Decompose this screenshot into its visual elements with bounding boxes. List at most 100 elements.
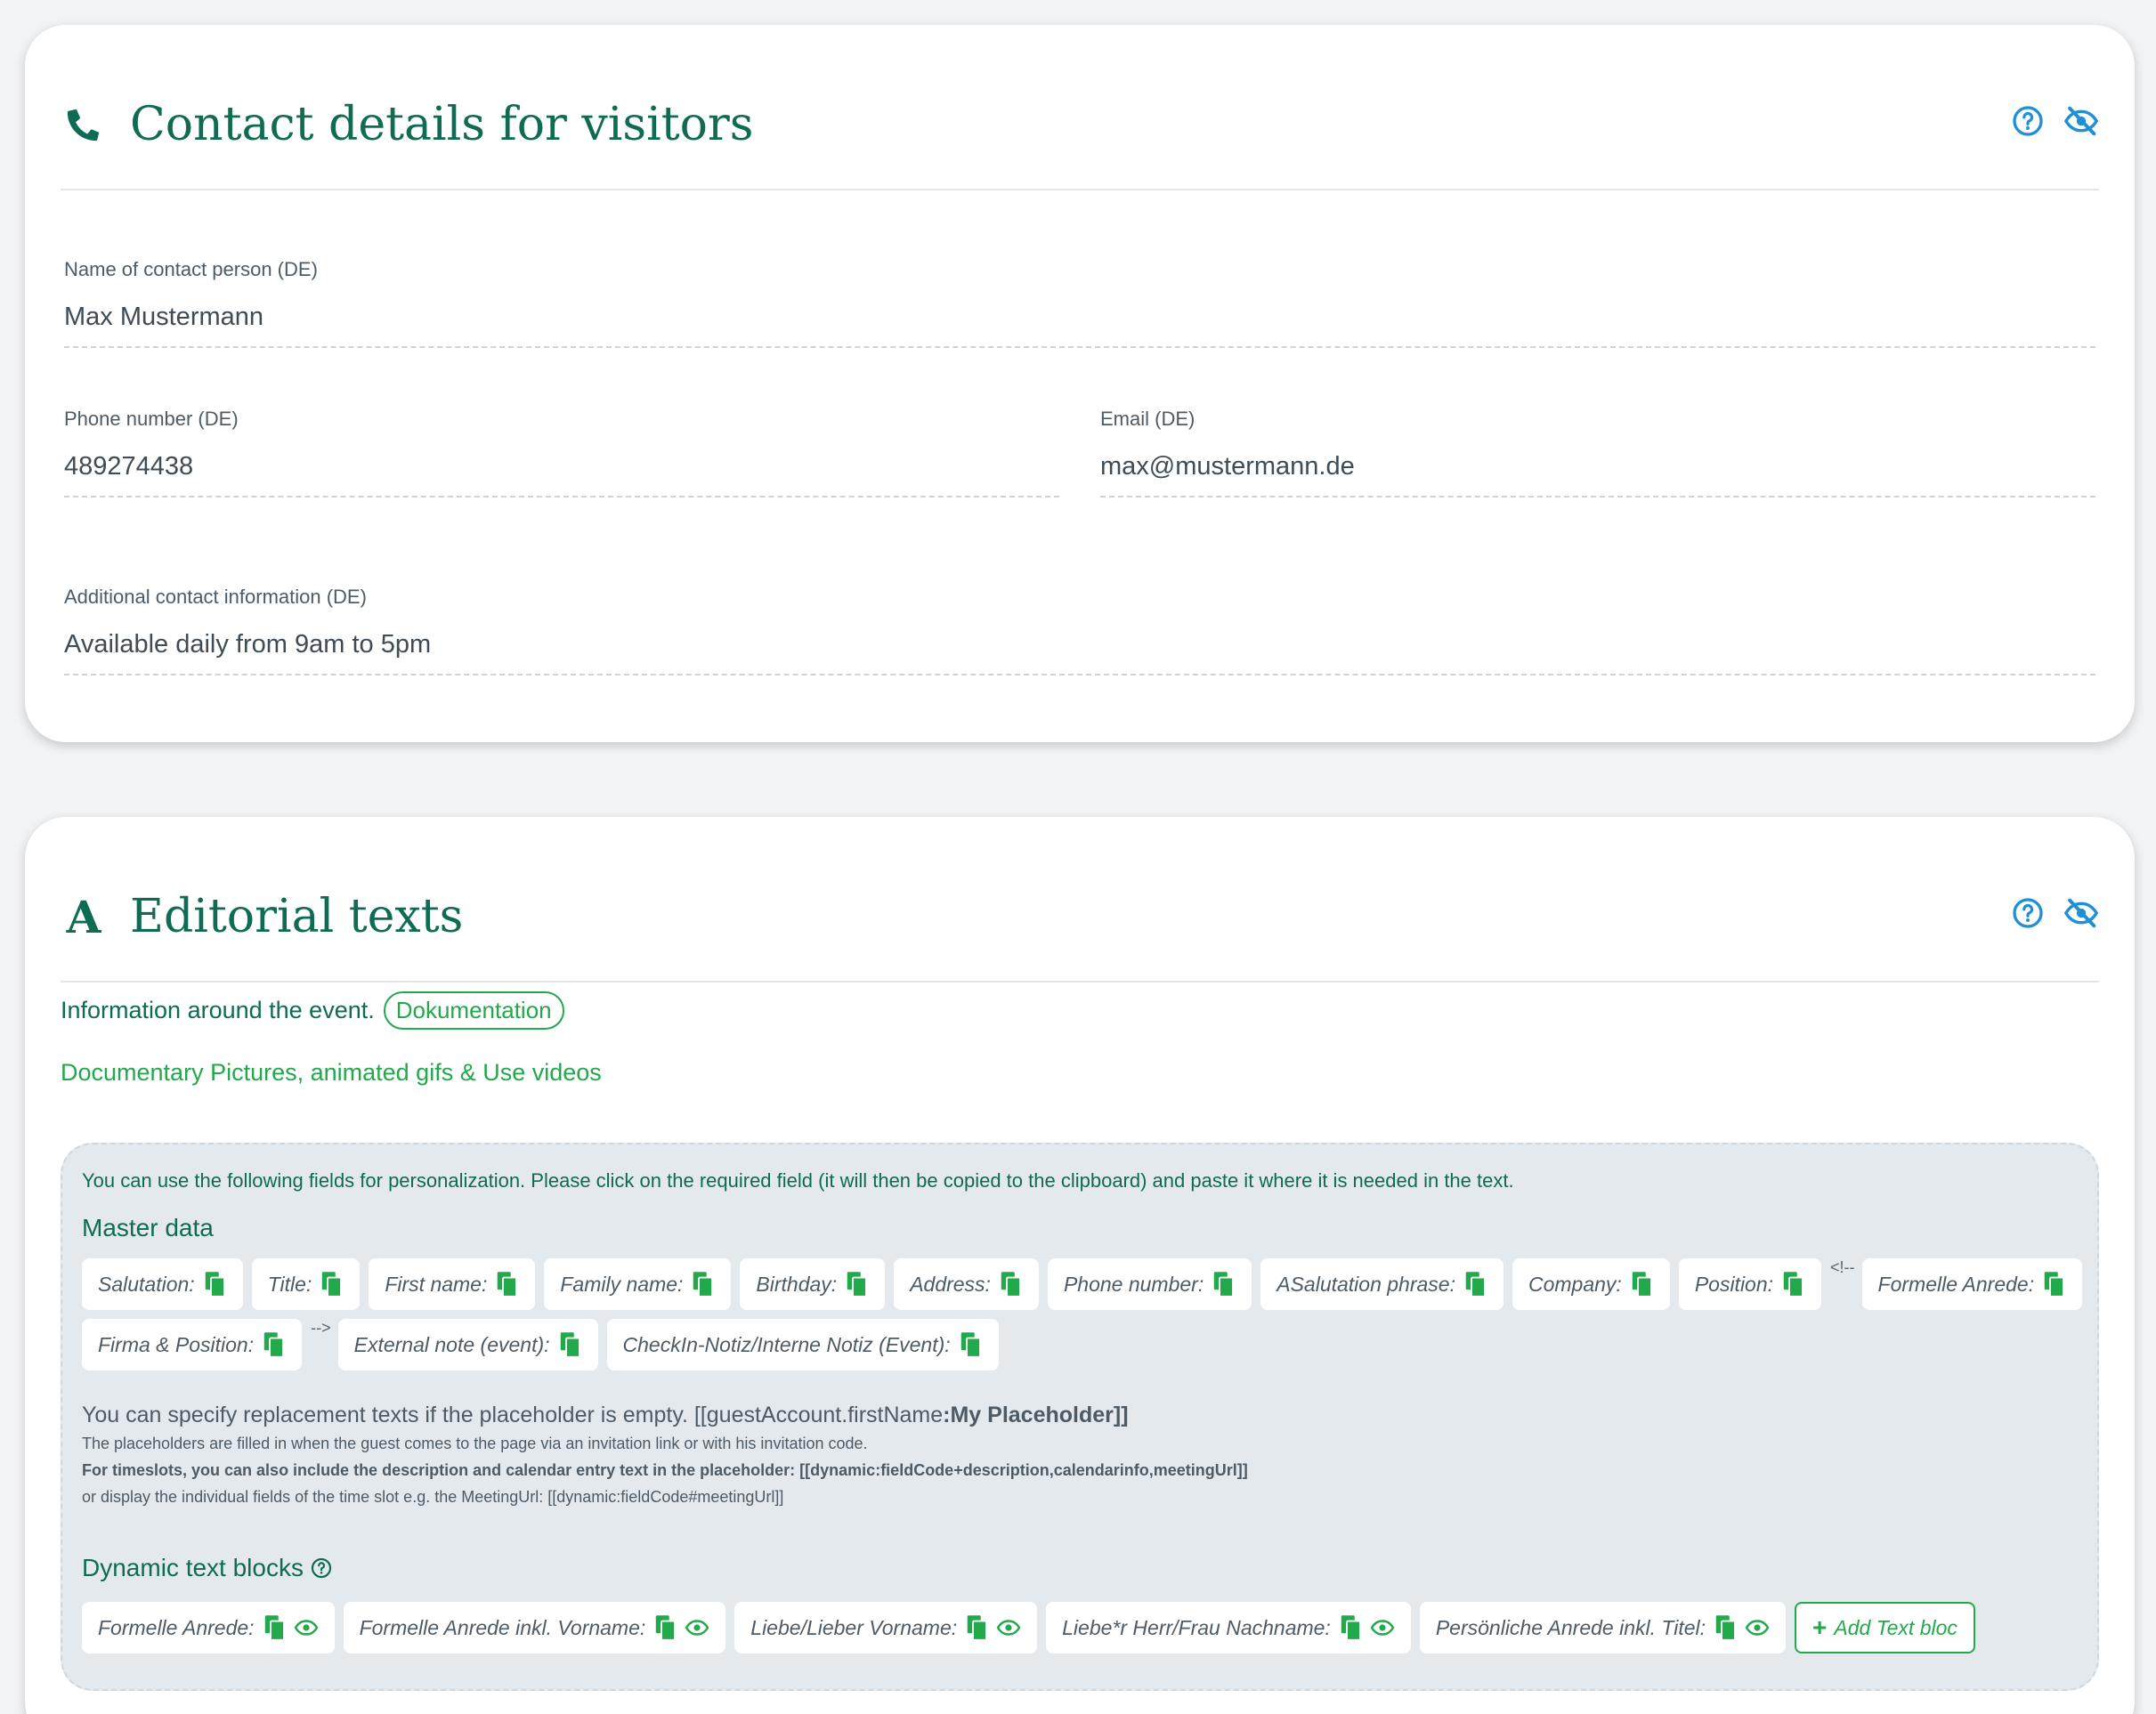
replacement-hint-example: :My Placeholder]] [943,1403,1129,1427]
email-input[interactable]: max@mustermann.de [1100,452,2095,497]
help-circle-icon[interactable] [311,1557,332,1579]
chip-label: Formelle Anrede inkl. Vorname: [359,1615,646,1639]
dynamic-block-chip[interactable]: Formelle Anrede: [82,1602,335,1653]
copy-icon[interactable] [204,1271,227,1298]
contact-name-field[interactable]: Name of contact person (DE) Max Musterma… [64,258,2095,348]
copy-icon[interactable] [1631,1271,1654,1298]
eye-icon[interactable] [1370,1619,1395,1637]
master-data-row-1: Salutation: Title: First name: Family na… [82,1258,2091,1310]
email-field[interactable]: Email (DE) max@mustermann.de [1100,408,2095,497]
plus-icon: + [1812,1613,1828,1641]
placeholder-chip[interactable]: External note (event): [337,1319,598,1370]
master-data-heading: Master data [82,1214,214,1241]
placeholder-chip[interactable]: Address: [894,1258,1039,1310]
editorial-intro-text: Information around the event. [61,997,375,1023]
placeholder-chip[interactable]: Company: [1512,1258,1670,1310]
chip-label: Company: [1528,1272,1622,1296]
additional-info-input[interactable]: Available daily from 9am to 5pm [64,630,2095,675]
placeholder-chip[interactable]: Firma & Position: [82,1319,303,1370]
eye-icon[interactable] [685,1619,709,1637]
chip-label: Family name: [560,1272,684,1296]
placeholder-chip[interactable]: Phone number: [1047,1258,1252,1310]
editorial-intro: Information around the event. Dokumentat… [61,991,564,1030]
dynamic-block-chip[interactable]: Persönliche Anrede inkl. Titel: [1419,1602,1787,1653]
eye-icon[interactable] [294,1619,319,1637]
editorial-card-title: A Editorial texts [61,890,464,943]
copy-icon[interactable] [1714,1614,1738,1641]
chip-label: Address: [910,1272,991,1296]
copy-icon[interactable] [1782,1271,1805,1298]
dynamic-block-chip[interactable]: Formelle Anrede inkl. Vorname: [343,1602,726,1653]
eye-slash-icon[interactable] [2063,895,2099,931]
copy-icon[interactable] [966,1614,989,1641]
dynamic-blocks-row: Formelle Anrede: Formelle Anrede inkl. V… [82,1602,1984,1653]
add-text-block-button[interactable]: + Add Text bloc [1795,1602,1975,1653]
chip-label: First name: [385,1272,488,1296]
phone-input[interactable]: 489274438 [64,452,1059,497]
chip-label: Phone number: [1063,1272,1204,1296]
copy-icon[interactable] [1000,1271,1023,1298]
placeholder-chip[interactable]: Birthday: [740,1258,886,1310]
help-circle-icon[interactable] [2010,895,2046,931]
phone-label: Phone number (DE) [64,408,239,430]
page-title: Contact details for visitors [130,98,754,151]
placeholder-chip[interactable]: CheckIn-Notiz/Interne Notiz (Event): [606,1319,999,1370]
contact-name-label: Name of contact person (DE) [64,258,318,280]
phone-field[interactable]: Phone number (DE) 489274438 [64,408,1059,497]
chip-label: Formelle Anrede: [1877,1272,2035,1296]
chip-label: External note (event): [353,1332,550,1356]
master-data-row-2: Firma & Position: --> External note (eve… [82,1319,1008,1370]
dynamic-blocks-heading: Dynamic text blocks [82,1554,332,1582]
copy-icon[interactable] [496,1271,519,1298]
copy-icon[interactable] [960,1331,983,1358]
editorial-texts-card: A Editorial texts Information around the… [25,817,2135,1714]
copy-icon[interactable] [692,1271,715,1298]
chip-label: Birthday: [756,1272,838,1296]
contact-name-input[interactable]: Max Mustermann [64,303,2095,348]
placeholder-chip[interactable]: Family name: [544,1258,732,1310]
placeholder-chip[interactable]: ASalutation phrase: [1260,1258,1504,1310]
placeholder-chip[interactable]: Position: [1678,1258,1822,1310]
eye-slash-icon[interactable] [2063,103,2099,139]
copy-icon[interactable] [1212,1271,1236,1298]
documentation-link[interactable]: Dokumentation [383,991,564,1030]
documentary-media-link[interactable]: Documentary Pictures, animated gifs & Us… [61,1059,602,1087]
copy-icon[interactable] [654,1614,677,1641]
help-circle-icon[interactable] [2010,103,2046,139]
chip-label: Title: [267,1272,312,1296]
copy-icon[interactable] [846,1271,869,1298]
copy-icon[interactable] [263,1331,286,1358]
eye-icon[interactable] [1745,1619,1770,1637]
dynamic-block-chip[interactable]: Liebe/Lieber Vorname: [734,1602,1038,1653]
copy-icon[interactable] [2043,1271,2066,1298]
copy-icon[interactable] [1340,1614,1363,1641]
copy-icon[interactable] [320,1271,344,1298]
placeholder-chip[interactable]: Formelle Anrede: [1861,1258,2083,1310]
meeting-url-note: or display the individual fields of the … [82,1488,784,1506]
placeholder-chip[interactable]: Salutation: [82,1258,243,1310]
replacement-hint-text: You can specify replacement texts if the… [82,1403,944,1427]
contact-header-actions [2010,103,2099,139]
placeholder-chip[interactable]: Title: [251,1258,361,1310]
personalization-panel: You can use the following fields for per… [61,1143,2099,1691]
copy-icon[interactable] [1464,1271,1487,1298]
timeslot-note: For timeslots, you can also include the … [82,1461,1248,1479]
copy-icon[interactable] [263,1614,287,1641]
additional-info-field[interactable]: Additional contact information (DE) Avai… [64,586,2095,675]
editorial-card-header: A Editorial texts [61,861,2099,982]
eye-icon[interactable] [996,1619,1021,1637]
contact-card-header: Contact details for visitors [61,69,2099,190]
chip-label: Persönliche Anrede inkl. Titel: [1435,1615,1706,1639]
chip-label: Liebe/Lieber Vorname: [750,1615,958,1639]
contact-details-card: Contact details for visitors Name of con… [25,25,2135,742]
comment-open-marker: <!-- [1830,1258,1855,1276]
comment-close-marker: --> [311,1319,331,1337]
phone-icon [61,101,107,148]
copy-icon[interactable] [559,1331,582,1358]
placeholder-note: The placeholders are filled in when the … [82,1435,868,1452]
contact-card-title: Contact details for visitors [61,98,753,151]
dynamic-block-chip[interactable]: Liebe*r Herr/Frau Nachname: [1046,1602,1411,1653]
additional-info-label: Additional contact information (DE) [64,586,367,608]
placeholder-chip[interactable]: First name: [369,1258,536,1310]
chip-label: Firma & Position: [98,1332,255,1356]
